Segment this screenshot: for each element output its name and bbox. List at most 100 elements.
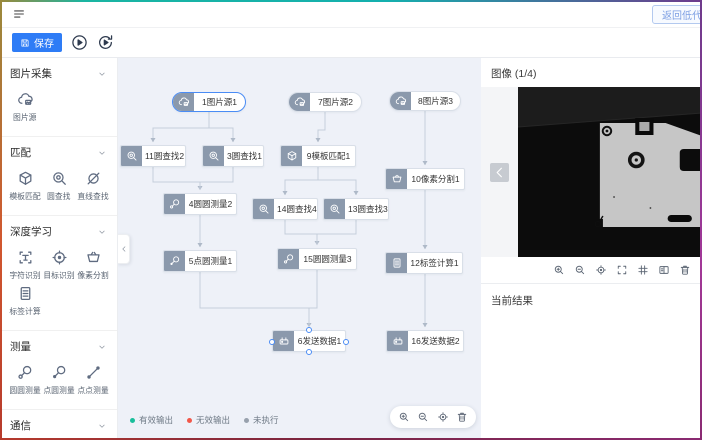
cube-icon xyxy=(17,170,34,187)
sidebar-item-point-circle-measure[interactable]: 点圆测量 xyxy=(42,364,76,396)
sidebar-item-line-find[interactable]: 直线查找 xyxy=(76,170,110,202)
legend-label: 未执行 xyxy=(253,414,279,426)
save-icon xyxy=(20,38,30,48)
sidebar-section-items: 圆圆测量点圆测量点点测量 xyxy=(0,358,117,409)
sidebar-section: 图片采集图片源 xyxy=(0,58,117,137)
flow-node-11[interactable]: 11圆查找2 xyxy=(120,145,186,167)
selection-handle[interactable] xyxy=(306,327,312,333)
node-icon-box xyxy=(273,331,294,351)
viewer-locate-button[interactable] xyxy=(595,264,607,276)
flow-node-3[interactable]: 3圆查找1 xyxy=(202,145,264,167)
sidebar-section-header[interactable]: 图片采集 xyxy=(0,58,117,85)
sidebar-item-point-point-measure[interactable]: 点点测量 xyxy=(76,364,110,396)
current-result-label: 当前结果 xyxy=(481,284,702,317)
image-viewer xyxy=(481,87,702,257)
save-button[interactable]: 保存 xyxy=(12,33,62,52)
run-loop-button[interactable] xyxy=(97,34,114,51)
sidebar-section: 深度学习字符识别目标识别像素分割标签计算 xyxy=(0,216,117,331)
sidebar-collapse-handle[interactable] xyxy=(118,234,130,264)
app-window: 返回低代 保存 图片采集图片源匹配模板匹配圆查找直线查找深度学习字符识别目标识别… xyxy=(0,0,702,440)
sidebar-item-char-recognition[interactable]: 字符识别 xyxy=(8,249,42,281)
sidebar-section-items: 模板匹配圆查找直线查找 xyxy=(0,164,117,215)
selection-handle[interactable] xyxy=(269,339,275,345)
label-calc-icon xyxy=(17,285,34,302)
selection-handle[interactable] xyxy=(343,339,349,345)
sidebar-section: 匹配模板匹配圆查找直线查找 xyxy=(0,137,117,216)
viewer-compare-button[interactable] xyxy=(658,264,670,276)
node-label: 10像素分割1 xyxy=(407,173,464,185)
flow-node-14[interactable]: 14圆查找4 xyxy=(252,198,318,220)
send-icon xyxy=(278,335,290,347)
canvas-delete-button[interactable] xyxy=(456,411,468,423)
cube-icon xyxy=(286,150,298,162)
flow-node-6[interactable]: 6发送数据1 xyxy=(272,330,346,352)
canvas-zoom-out-button[interactable] xyxy=(417,411,429,423)
canvas-zoom-in-button[interactable] xyxy=(398,411,410,423)
inspection-image[interactable] xyxy=(518,87,702,257)
main-area: 图片采集图片源匹配模板匹配圆查找直线查找深度学习字符识别目标识别像素分割标签计算… xyxy=(0,58,702,440)
sidebar-section-header[interactable]: 通信 xyxy=(0,410,117,437)
sidebar-item-image-source[interactable]: 图片源 xyxy=(8,91,42,123)
flow-node-12[interactable]: 12标签计算1 xyxy=(385,252,463,274)
sidebar-item-circle-circle-measure[interactable]: 圆圆测量 xyxy=(8,364,42,396)
node-icon-box xyxy=(281,146,302,166)
viewer-fullscreen-button[interactable] xyxy=(616,264,628,276)
flow-node-10[interactable]: 10像素分割1 xyxy=(385,168,465,190)
chevron-left-icon xyxy=(492,165,507,180)
node-label: 4圆圆测量2 xyxy=(185,198,236,210)
node-icon-box xyxy=(164,194,185,214)
viewer-grid-button[interactable] xyxy=(637,264,649,276)
flow-node-5[interactable]: 5点圆测量1 xyxy=(163,250,237,272)
circle-find-icon xyxy=(329,203,341,215)
run-button[interactable] xyxy=(71,34,88,51)
viewer-delete-button[interactable] xyxy=(679,264,691,276)
node-label: 11圆查找2 xyxy=(142,150,187,162)
previous-image-button[interactable] xyxy=(490,163,509,182)
sidebar-section-header[interactable]: 深度学习 xyxy=(0,216,117,243)
node-label: 9模板匹配1 xyxy=(302,150,355,162)
target-icon xyxy=(51,249,68,266)
cloud-image-icon xyxy=(178,96,190,108)
legend-dot xyxy=(244,418,249,423)
chevron-left-icon xyxy=(120,245,128,253)
flow-node-15[interactable]: 15圆圆测量3 xyxy=(277,248,357,270)
circle-find-icon xyxy=(258,203,270,215)
viewer-zoom-in-button[interactable] xyxy=(553,264,565,276)
save-button-label: 保存 xyxy=(34,35,54,50)
canvas-locate-button[interactable] xyxy=(437,411,449,423)
flow-node-8[interactable]: 8图片源3 xyxy=(389,91,461,111)
cloud-image-icon xyxy=(395,95,407,107)
circle-circle-icon xyxy=(169,198,181,210)
flow-node-16[interactable]: 16发送数据2 xyxy=(386,330,464,352)
node-label: 15圆圆测量3 xyxy=(299,253,356,265)
sidebar-item-label-calc[interactable]: 标签计算 xyxy=(8,285,42,317)
flow-node-4[interactable]: 4圆圆测量2 xyxy=(163,193,237,215)
node-label: 14圆查找4 xyxy=(274,203,320,215)
menu-icon[interactable] xyxy=(12,7,26,21)
sidebar-item-label: 直线查找 xyxy=(77,190,108,201)
sidebar-item-label: 模板匹配 xyxy=(9,190,40,201)
selection-handle[interactable] xyxy=(306,349,312,355)
node-label: 13圆查找3 xyxy=(345,203,391,215)
back-to-lowcode-button[interactable]: 返回低代 xyxy=(652,5,702,24)
sidebar-item-pixel-segmentation[interactable]: 像素分割 xyxy=(76,249,110,281)
node-label: 16发送数据2 xyxy=(408,335,463,347)
viewer-zoom-out-button[interactable] xyxy=(574,264,586,276)
sidebar-section-header[interactable]: 匹配 xyxy=(0,137,117,164)
flow-node-9[interactable]: 9模板匹配1 xyxy=(280,145,356,167)
flow-node-1[interactable]: 1图片源1 xyxy=(172,92,246,112)
flow-node-13[interactable]: 13圆查找3 xyxy=(323,198,389,220)
canvas-zoom-toolbar xyxy=(390,406,476,428)
sidebar-item-target-recognition[interactable]: 目标识别 xyxy=(42,249,76,281)
sidebar-section-header[interactable]: 测量 xyxy=(0,331,117,358)
circle-circle-icon xyxy=(283,253,295,265)
sidebar-item-circle-find[interactable]: 圆查找 xyxy=(42,170,76,202)
node-icon-box xyxy=(386,169,407,189)
flow-node-7[interactable]: 7图片源2 xyxy=(288,92,362,112)
chevron-down-icon xyxy=(97,342,107,352)
node-icon-box xyxy=(390,92,411,110)
image-nav-strip xyxy=(481,87,518,257)
sidebar-item-template-match[interactable]: 模板匹配 xyxy=(8,170,42,202)
flow-canvas[interactable]: 1图片源1 7图片源2 8图片源3 11圆查找2 3圆查找1 9模板匹配1 10像素分割1 4… xyxy=(118,58,481,440)
node-label: 5点圆测量1 xyxy=(185,255,236,267)
